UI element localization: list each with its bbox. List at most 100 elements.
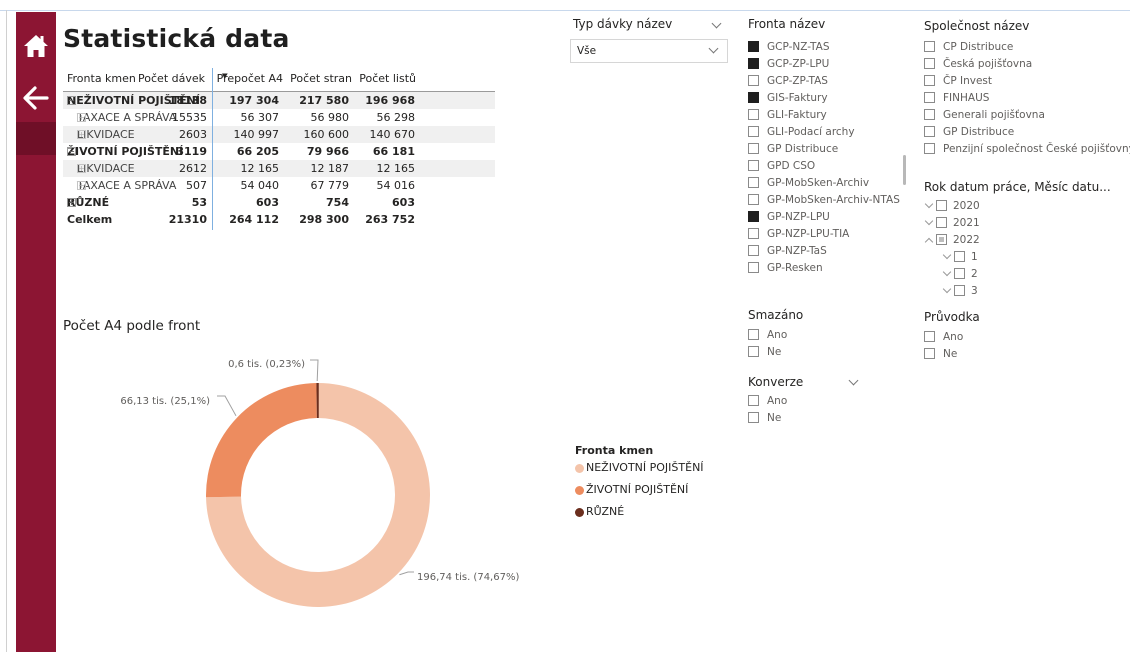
table-row[interactable]: + RŮZNÉ 53 603 754 603	[63, 194, 495, 211]
table-row[interactable]: − ŽIVOTNÍ POJIŠTĚNÍ 3119 66 205 79 966 66 181	[63, 143, 495, 160]
checkbox[interactable]	[924, 92, 935, 103]
slicer-spolecnost-item[interactable]: ČP Invest	[924, 72, 1130, 89]
slicer-konverze-item[interactable]: Ne	[748, 409, 787, 426]
back-button[interactable]	[16, 78, 56, 118]
checkbox[interactable]	[748, 143, 759, 154]
checkbox[interactable]	[748, 395, 759, 406]
legend-item[interactable]: NEŽIVOTNÍ POJIŠTĚNÍ	[575, 461, 704, 483]
donut-chart[interactable]: 196,74 tis. (74,67%) 66,13 tis. (25,1%) 0,…	[60, 340, 540, 630]
collapse-icon[interactable]: −	[67, 96, 76, 105]
slicer-rok-item[interactable]: 3	[922, 282, 980, 299]
slicer-spolecnost-item[interactable]: Generali pojišťovna	[924, 106, 1130, 123]
chevron-down-icon[interactable]	[940, 250, 954, 260]
matrix-header-fronta-kmen[interactable]: Fronta kmen	[67, 72, 136, 85]
slicer-spolecnost-item[interactable]: CP Distribuce	[924, 38, 1130, 55]
checkbox[interactable]	[748, 58, 759, 69]
matrix-header-pocet-stran[interactable]: Počet stran	[290, 72, 352, 85]
slicer-fronta-item[interactable]: GP-MobSken-Archiv	[748, 174, 900, 191]
checkbox[interactable]	[954, 251, 965, 262]
slicer-rok-item[interactable]: 2022	[922, 231, 980, 248]
table-row[interactable]: + TAXACE A SPRÁVA 507 54 040 67 779 54 016	[63, 177, 495, 194]
slicer-fronta-item[interactable]: GP-MobSken-Archiv-NTAS	[748, 191, 900, 208]
expand-icon[interactable]: +	[67, 198, 76, 207]
checkbox[interactable]	[936, 234, 947, 245]
checkbox[interactable]	[924, 58, 935, 69]
slicer-fronta-item[interactable]: GLI-Podací archy	[748, 123, 900, 140]
donut-slice-1[interactable]	[206, 383, 317, 498]
checkbox[interactable]	[924, 109, 935, 120]
slicer-rok-item[interactable]: 2	[922, 265, 980, 282]
checkbox[interactable]	[748, 92, 759, 103]
table-row[interactable]: Celkem 21310 264 112 298 300 263 752	[63, 211, 495, 228]
checkbox[interactable]	[924, 348, 935, 359]
checkbox[interactable]	[748, 211, 759, 222]
chevron-down-icon[interactable]	[848, 375, 859, 386]
slicer-typ-dropdown[interactable]: Vše	[570, 39, 728, 63]
slicer-pruvodka-item[interactable]: Ne	[924, 345, 963, 362]
checkbox[interactable]	[936, 217, 947, 228]
slicer-spolecnost-item[interactable]: Česká pojišťovna	[924, 55, 1130, 72]
slicer-smazano-item[interactable]: Ne	[748, 343, 787, 360]
checkbox[interactable]	[748, 109, 759, 120]
slicer-smazano-item[interactable]: Ano	[748, 326, 787, 343]
table-row[interactable]: + TAXACE A SPRÁVA 15535 56 307 56 980 56 298	[63, 109, 495, 126]
checkbox[interactable]	[748, 126, 759, 137]
legend-item[interactable]: ŽIVOTNÍ POJIŠTĚNÍ	[575, 483, 704, 505]
collapse-icon[interactable]: −	[67, 147, 76, 156]
slicer-fronta-item[interactable]: GLI-Faktury	[748, 106, 900, 123]
expand-icon[interactable]: +	[77, 113, 86, 122]
slicer-fronta-item[interactable]: GP-NZP-TaS	[748, 242, 900, 259]
slicer-fronta-item[interactable]: GP-Resken	[748, 259, 900, 276]
slicer-fronta-item[interactable]: GCP-ZP-LPU	[748, 55, 900, 72]
legend-item[interactable]: RŮZNÉ	[575, 505, 704, 527]
checkbox[interactable]	[748, 75, 759, 86]
checkbox[interactable]	[748, 412, 759, 423]
checkbox[interactable]	[924, 331, 935, 342]
checkbox[interactable]	[954, 268, 965, 279]
chevron-down-icon[interactable]	[922, 216, 936, 226]
slicer-rok-item[interactable]: 1	[922, 248, 980, 265]
table-row[interactable]: + LIKVIDACE 2603 140 997 160 600 140 670	[63, 126, 495, 143]
chevron-up-icon[interactable]	[922, 235, 936, 246]
slicer-fronta-item[interactable]: GIS-Faktury	[748, 89, 900, 106]
checkbox[interactable]	[924, 41, 935, 52]
slicer-spolecnost-item[interactable]: Penzijní společnost České pojišťovny	[924, 140, 1130, 157]
checkbox[interactable]	[748, 245, 759, 256]
checkbox[interactable]	[748, 262, 759, 273]
slicer-fronta-item[interactable]: GP-NZP-LPU-TIA	[748, 225, 900, 242]
checkbox[interactable]	[748, 346, 759, 357]
slicer-fronta-item[interactable]: GPD CSO	[748, 157, 900, 174]
slicer-pruvodka-item[interactable]: Ano	[924, 328, 963, 345]
slicer-spolecnost-item[interactable]: FINHAUS	[924, 89, 1130, 106]
expand-icon[interactable]: +	[77, 181, 86, 190]
slicer-konverze-item[interactable]: Ano	[748, 392, 787, 409]
slicer-rok-item[interactable]: 2020	[922, 197, 980, 214]
chevron-down-icon[interactable]	[711, 18, 722, 29]
checkbox[interactable]	[954, 285, 965, 296]
checkbox[interactable]	[748, 194, 759, 205]
table-row[interactable]: + LIKVIDACE 2612 12 165 12 187 12 165	[63, 160, 495, 177]
checkbox[interactable]	[748, 228, 759, 239]
checkbox[interactable]	[748, 329, 759, 340]
chevron-down-icon[interactable]	[922, 199, 936, 209]
expand-icon[interactable]: +	[77, 130, 86, 139]
slicer-spolecnost-item[interactable]: GP Distribuce	[924, 123, 1130, 140]
chevron-down-icon[interactable]	[940, 284, 954, 294]
checkbox[interactable]	[924, 143, 935, 154]
matrix-header-pocet-listu[interactable]: Počet listů	[359, 72, 416, 85]
matrix-header-pocet-davek[interactable]: Počet dávek	[138, 72, 205, 85]
checkbox[interactable]	[748, 41, 759, 52]
checkbox[interactable]	[924, 126, 935, 137]
slicer-fronta-item[interactable]: GP-NZP-LPU	[748, 208, 900, 225]
checkbox[interactable]	[748, 160, 759, 171]
slicer-fronta-item[interactable]: GP Distribuce	[748, 140, 900, 157]
checkbox[interactable]	[924, 75, 935, 86]
slicer-fronta-scrollbar[interactable]	[903, 155, 906, 185]
checkbox[interactable]	[936, 200, 947, 211]
expand-icon[interactable]: +	[77, 164, 86, 173]
slicer-fronta-item[interactable]: GCP-ZP-TAS	[748, 72, 900, 89]
slicer-rok-item[interactable]: 2021	[922, 214, 980, 231]
checkbox[interactable]	[748, 177, 759, 188]
chevron-down-icon[interactable]	[940, 267, 954, 277]
home-button[interactable]	[16, 26, 56, 66]
